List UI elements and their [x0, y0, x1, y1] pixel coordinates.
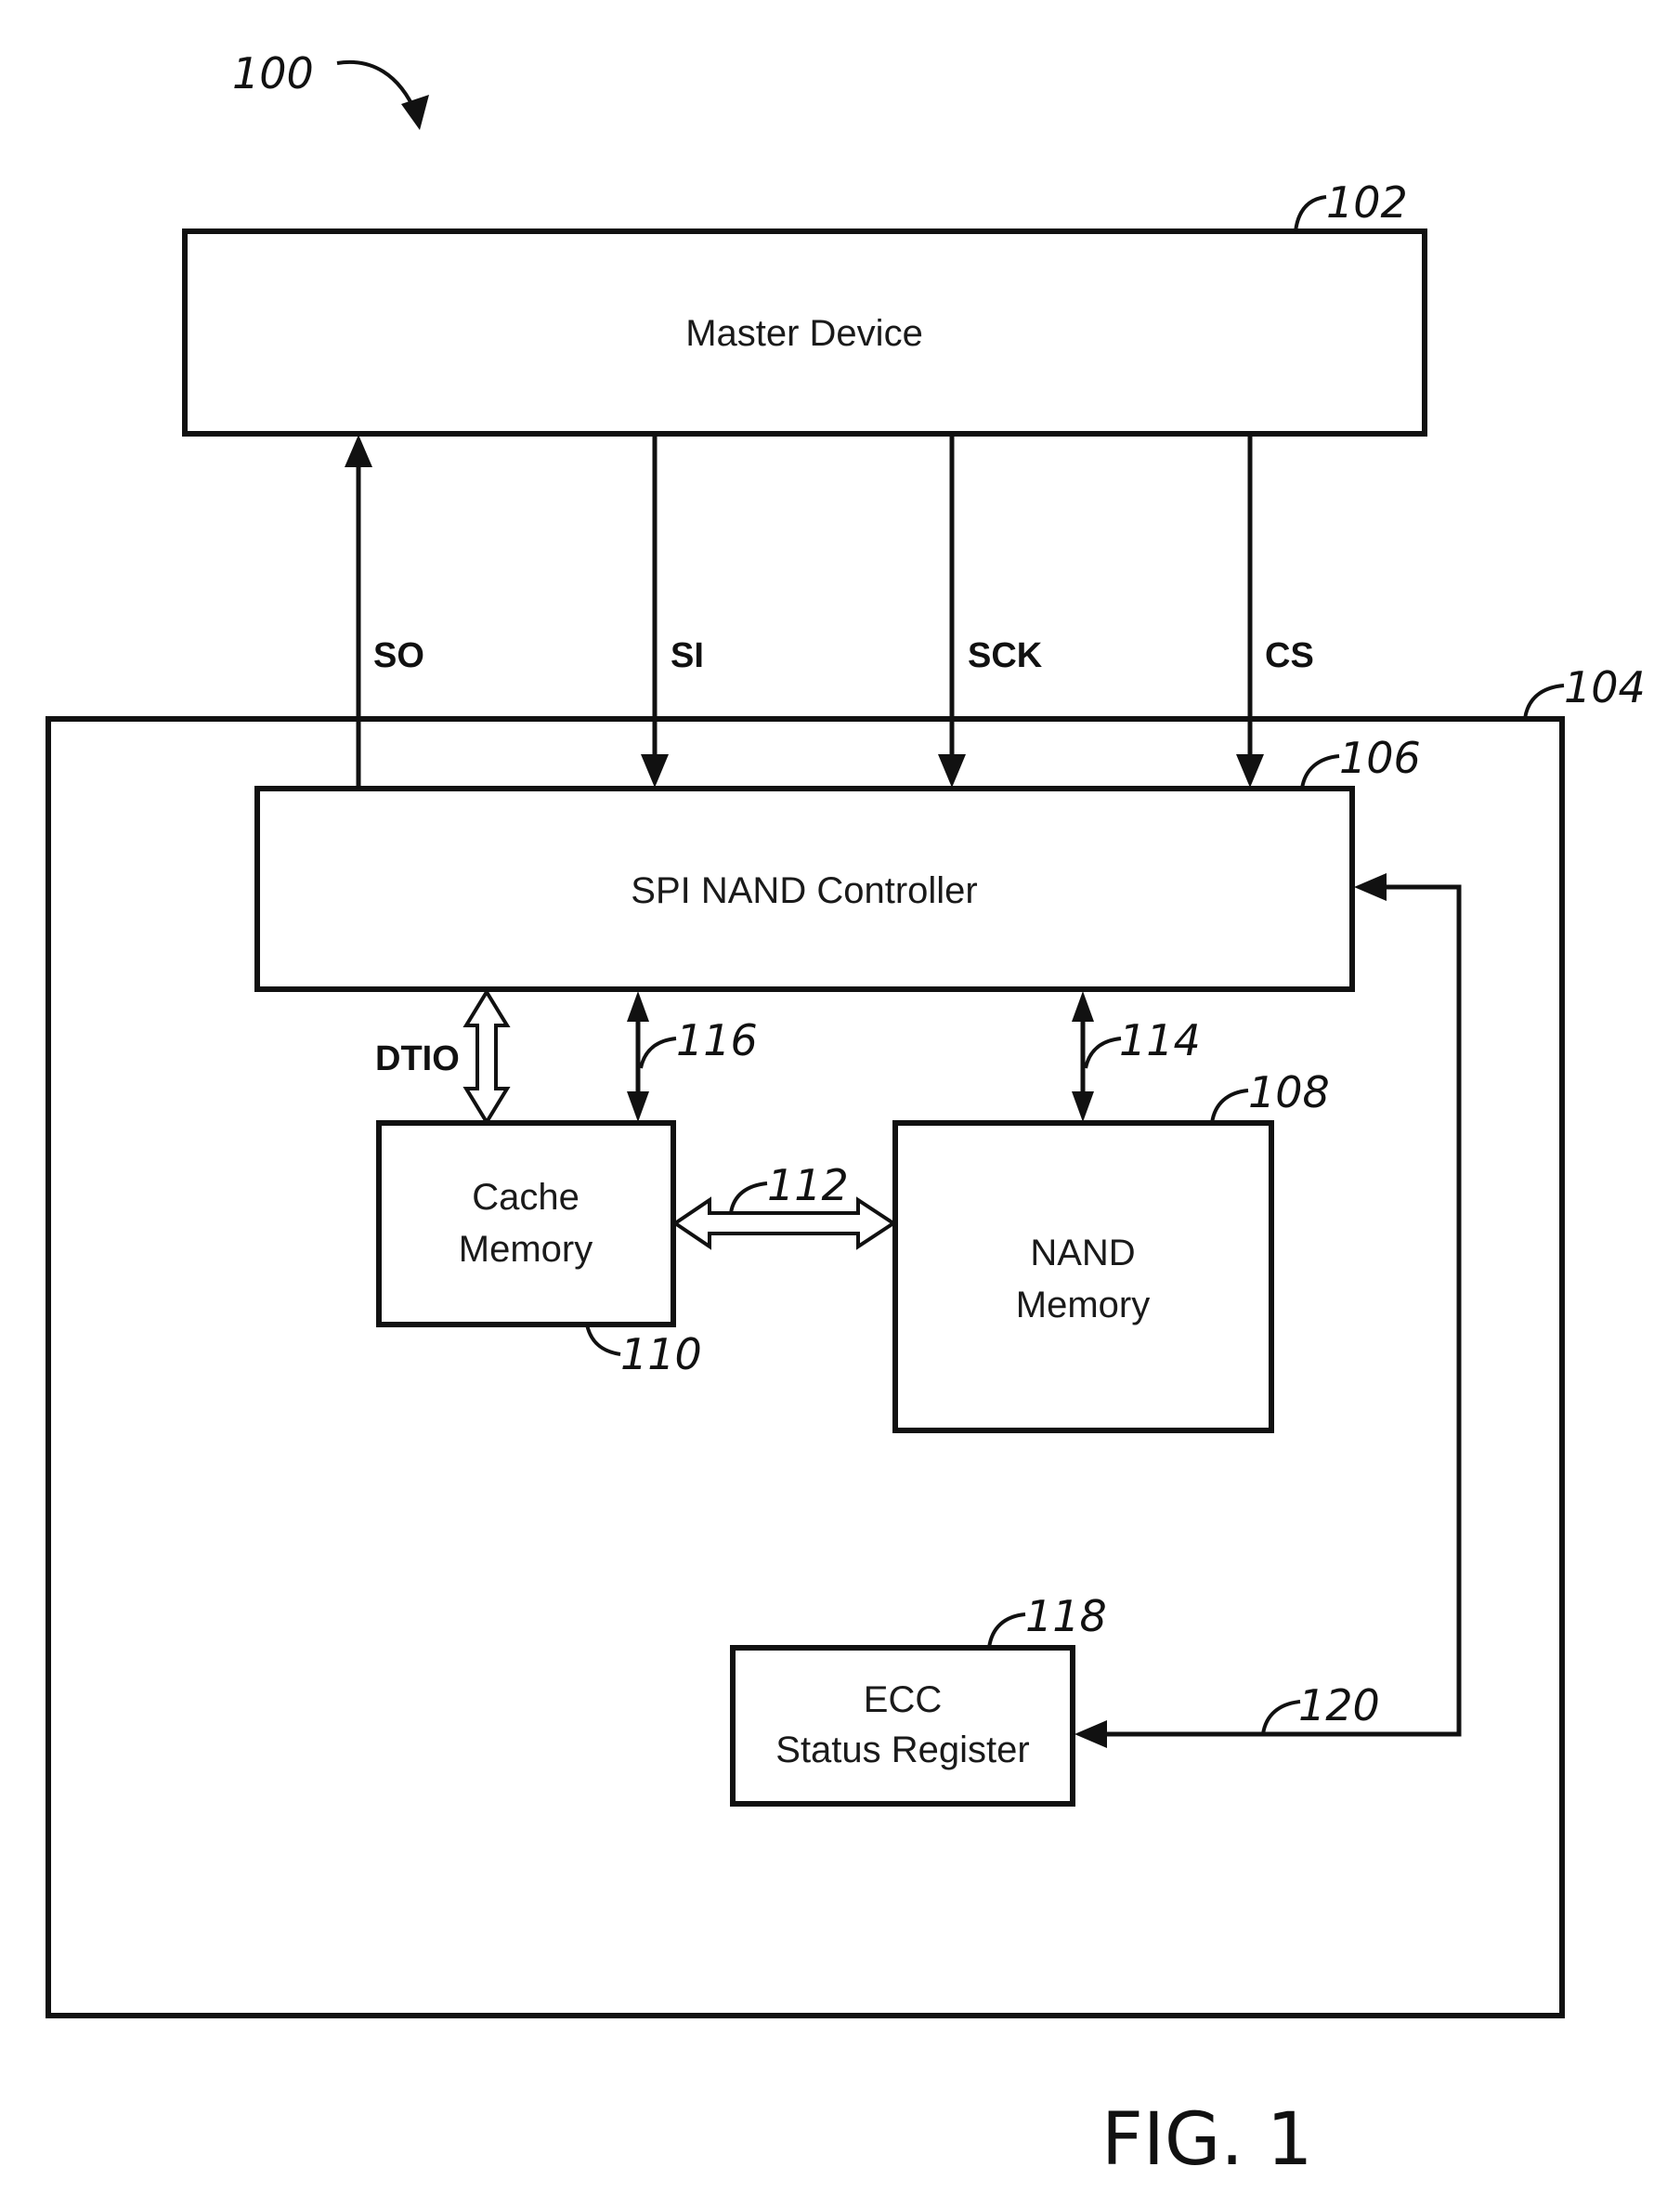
- ecc-status-register-label-line1: ECC: [864, 1679, 942, 1720]
- nand-memory-block: [892, 1120, 1274, 1433]
- spi-nand-controller-label: SPI NAND Controller: [631, 870, 977, 911]
- nand-memory-label-line1: NAND: [1030, 1233, 1135, 1273]
- ref-label-108: 108: [1248, 1067, 1330, 1117]
- ref-label-102: 102: [1326, 177, 1408, 228]
- ref-label-114: 114: [1119, 1015, 1201, 1065]
- ecc-status-register-block: [730, 1645, 1075, 1807]
- ref-arrow-100-head: [401, 95, 429, 130]
- ref-label-104: 104: [1564, 662, 1646, 712]
- nand-memory-label-line2: Memory: [1016, 1285, 1150, 1325]
- figure-caption: FIG. 1: [1101, 2098, 1313, 2182]
- signal-label-so: SO: [373, 636, 424, 675]
- cache-memory-block: [376, 1120, 676, 1327]
- signal-label-cs: CS: [1265, 636, 1314, 675]
- ref-label-120: 120: [1298, 1680, 1380, 1730]
- signal-label-dtio: DTIO: [375, 1039, 460, 1078]
- ref-label-118: 118: [1025, 1591, 1107, 1641]
- ref-label-112: 112: [767, 1160, 849, 1210]
- ecc-status-register-label-line2: Status Register: [775, 1730, 1029, 1770]
- signal-label-si: SI: [671, 636, 704, 675]
- ref-label-100: 100: [232, 48, 314, 98]
- ref-label-110: 110: [620, 1329, 702, 1379]
- ref-label-106: 106: [1339, 733, 1421, 783]
- ref-leader-104: [1523, 684, 1565, 720]
- cache-memory-label-line1: Cache: [472, 1177, 580, 1218]
- signal-label-sck: SCK: [968, 636, 1043, 675]
- master-device-label: Master Device: [685, 313, 923, 354]
- ref-label-116: 116: [676, 1015, 758, 1065]
- arrow-up-icon: [345, 435, 372, 467]
- block-diagram: 100 Master Device 102 104 SPI NAND Contr…: [46, 48, 1646, 2182]
- ref-leader-102: [1294, 195, 1327, 232]
- cache-memory-label-line2: Memory: [459, 1229, 593, 1270]
